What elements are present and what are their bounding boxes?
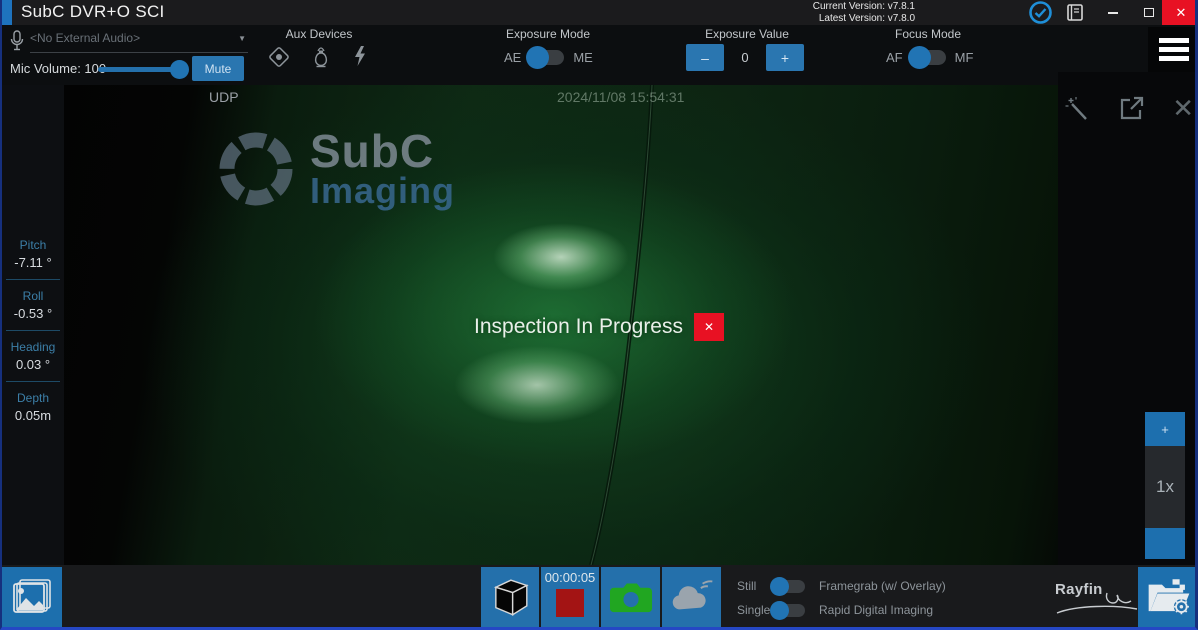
photos-icon	[12, 578, 52, 616]
close-stream-icon[interactable]: ✕	[1172, 95, 1194, 121]
telemetry-sidebar: Pitch -7.11 ° Roll -0.53 ° Heading 0.03 …	[2, 85, 64, 565]
telemetry-roll: Roll -0.53 °	[2, 280, 64, 321]
video-feed: UDP 2024/11/08 15:54:31 SubC Imaging Ins…	[64, 85, 1058, 565]
zoom-level-value: 1x	[1156, 477, 1174, 497]
rayfin-logo-text: Rayfin	[1055, 581, 1103, 598]
minimize-icon	[1108, 12, 1118, 14]
subc-imaging-watermark: SubC Imaging	[214, 127, 455, 211]
capture-still-button[interactable]	[601, 567, 660, 627]
log-book-icon[interactable]	[1065, 3, 1085, 22]
exposure-decrease-button[interactable]: –	[686, 44, 724, 71]
app-window: SubC DVR+O SCI Current Version: v7.8.1 L…	[0, 0, 1198, 630]
rapid-imaging-mode-label: Rapid Digital Imaging	[819, 603, 933, 617]
heading-value: 0.03 °	[2, 357, 64, 372]
telemetry-pitch: Pitch -7.11 °	[2, 229, 64, 270]
microphone-icon	[9, 30, 25, 52]
minimize-button[interactable]	[1096, 0, 1130, 25]
zoom-control: + 1x	[1145, 412, 1185, 559]
mic-volume-slider-thumb[interactable]	[170, 60, 189, 79]
exposure-value: 0	[724, 50, 766, 65]
maximize-button[interactable]	[1132, 0, 1166, 25]
focus-mode-toggle[interactable]	[912, 50, 946, 65]
exposure-mode-toggle-knob	[526, 46, 549, 69]
single-mode-label: Single	[737, 603, 773, 617]
laser-device-icon[interactable]	[268, 46, 290, 68]
focus-manual-label: MF	[955, 50, 974, 65]
pitch-value: -7.11 °	[2, 255, 64, 270]
zoom-out-button[interactable]	[1145, 528, 1185, 559]
exposure-mode-label: Exposure Mode	[468, 27, 628, 41]
bottom-toolbar: 00:00:05 Still Framegrab (w/ Overlay)	[2, 565, 1198, 630]
mic-volume-slider[interactable]	[98, 67, 180, 72]
camera-icon	[609, 581, 653, 613]
depth-value: 0.05m	[2, 408, 64, 423]
update-check-icon[interactable]	[1028, 0, 1053, 25]
framegrab-mode-label: Framegrab (w/ Overlay)	[819, 579, 946, 593]
watermark-line1: SubC	[310, 129, 455, 173]
maximize-icon	[1144, 8, 1154, 17]
mute-button[interactable]: Mute	[192, 56, 244, 81]
media-gallery-button[interactable]	[2, 567, 62, 627]
cube-icon	[487, 573, 533, 621]
app-title: SubC DVR+O SCI	[21, 2, 165, 22]
aperture-icon	[214, 127, 298, 211]
telemetry-heading: Heading 0.03 °	[2, 331, 64, 372]
folder-gear-icon	[1146, 577, 1192, 617]
lamp-device-icon[interactable]	[313, 45, 329, 68]
roll-label: Roll	[2, 289, 64, 303]
watermark-line2: Imaging	[310, 173, 455, 209]
telemetry-depth: Depth 0.05m	[2, 382, 64, 423]
focus-mode-label: Focus Mode	[848, 27, 1008, 41]
capture-mode-toggles: Still Framegrab (w/ Overlay) Single Rapi…	[737, 574, 946, 622]
focus-auto-label: AF	[886, 50, 903, 65]
still-mode-label: Still	[737, 579, 773, 593]
top-toolbar: <No External Audio> ▼ Mic Volume: 100 Mu…	[2, 25, 1198, 85]
exposure-auto-label: AE	[504, 50, 521, 65]
recording-elapsed-time: 00:00:05	[545, 570, 596, 585]
close-window-button[interactable]: ✕	[1162, 0, 1198, 25]
focus-mode-toggle-knob	[908, 46, 931, 69]
zoom-level-track[interactable]: 1x	[1145, 446, 1185, 528]
pitch-label: Pitch	[2, 238, 64, 252]
rayfin-logo: Rayfin	[1055, 581, 1139, 617]
heading-label: Heading	[2, 340, 64, 354]
audio-source-dropdown[interactable]: <No External Audio> ▼	[30, 31, 248, 53]
current-version-text: Current Version: v7.8.1	[813, 1, 915, 13]
version-info: Current Version: v7.8.1 Latest Version: …	[813, 0, 915, 25]
roll-value: -0.53 °	[2, 306, 64, 321]
file-settings-button[interactable]	[1138, 567, 1198, 627]
single-rapid-toggle[interactable]	[773, 604, 805, 617]
title-bar: SubC DVR+O SCI Current Version: v7.8.1 L…	[2, 0, 1195, 25]
zoom-in-button[interactable]: +	[1145, 412, 1185, 446]
cloud-upload-button[interactable]	[662, 567, 721, 627]
latest-version-text: Latest Version: v7.8.0	[813, 13, 915, 25]
pop-out-window-icon[interactable]	[1117, 94, 1145, 122]
enhance-wand-icon[interactable]	[1064, 95, 1090, 122]
mic-volume-label: Mic Volume: 100	[10, 61, 106, 76]
stop-recording-icon	[556, 589, 584, 617]
main-menu-button[interactable]	[1148, 27, 1198, 72]
stop-inspection-button[interactable]: ✕	[694, 313, 724, 341]
exposure-manual-label: ME	[573, 50, 593, 65]
app-accent-mark	[2, 0, 12, 25]
hamburger-icon	[1159, 38, 1189, 43]
exposure-value-label: Exposure Value	[667, 27, 827, 41]
audio-source-value: <No External Audio>	[30, 31, 140, 45]
video-timestamp: 2024/11/08 15:54:31	[557, 89, 684, 105]
inspection-status-message: Inspection In Progress	[474, 315, 683, 339]
stop-recording-button[interactable]: 00:00:05	[541, 567, 599, 627]
still-framegrab-toggle[interactable]	[773, 580, 805, 593]
aux-devices-label: Aux Devices	[239, 27, 399, 41]
3d-model-button[interactable]	[481, 567, 539, 627]
depth-label: Depth	[2, 391, 64, 405]
cloud-wifi-icon	[669, 579, 715, 615]
strobe-device-icon[interactable]	[352, 45, 368, 68]
exposure-increase-button[interactable]: +	[766, 44, 804, 71]
exposure-mode-toggle[interactable]	[530, 50, 564, 65]
stream-protocol-label: UDP	[209, 89, 239, 105]
